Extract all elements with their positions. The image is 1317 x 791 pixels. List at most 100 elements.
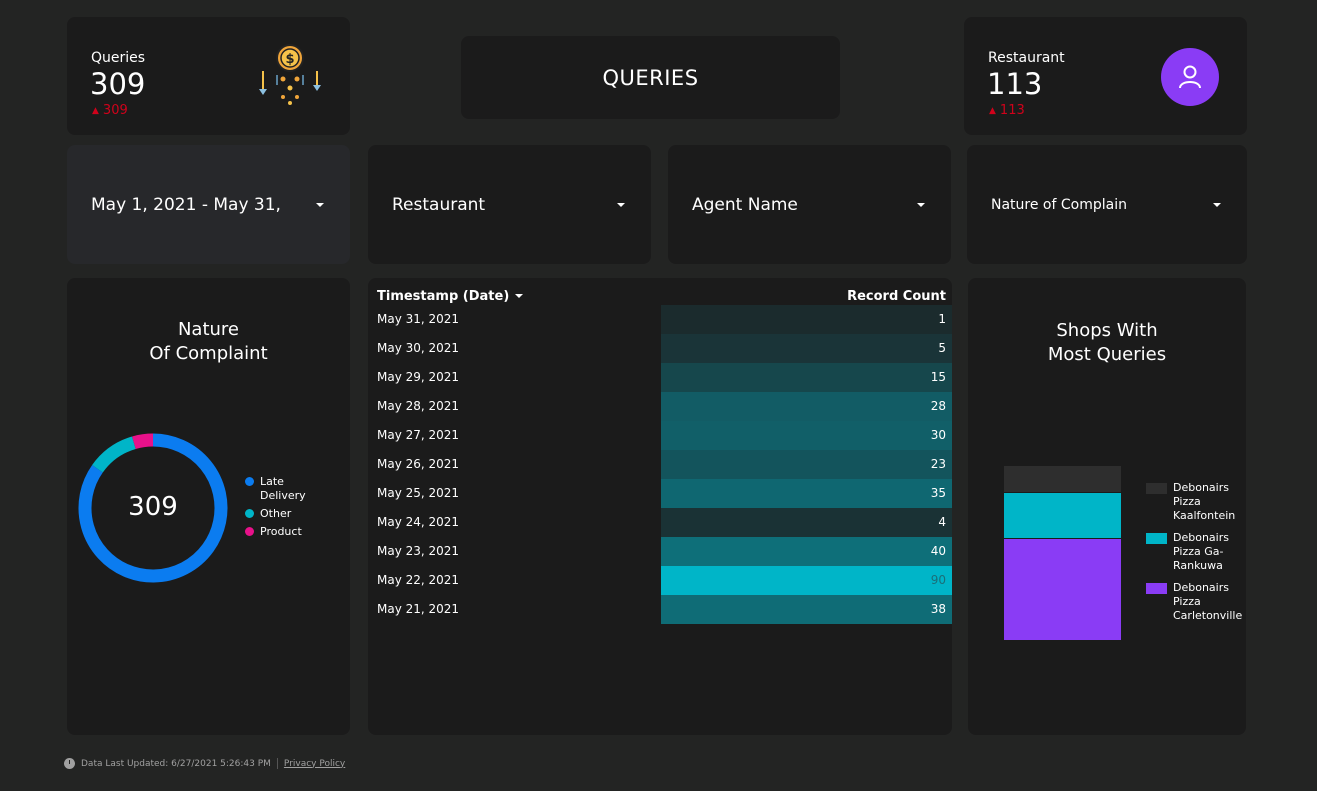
legend-swatch [1146, 533, 1167, 544]
heat-cell [661, 392, 952, 421]
queries-kpi-card: Queries 309 ▲ 309 $ [67, 17, 350, 135]
date-range-filter[interactable]: May 1, 2021 - May 31, [67, 145, 350, 264]
donut-legend: Late Delivery Other Product [245, 475, 315, 543]
legend-item[interactable]: Debonairs Pizza Carletonville [1146, 581, 1243, 623]
table-row: May 26, 2021 23 [368, 450, 952, 479]
table-row: May 31, 2021 1 [368, 305, 952, 334]
shops-card: Shops With Most Queries Debonairs Pizza … [968, 278, 1246, 735]
money-bag-icon: $ [259, 44, 321, 105]
nature-of-complain-filter[interactable]: Nature of Complain [967, 145, 1247, 264]
table-row: May 27, 2021 30 [368, 421, 952, 450]
date-range-filter-label: May 1, 2021 - May 31, [91, 194, 281, 215]
legend-dot [245, 509, 254, 518]
bar-segment-3[interactable] [1004, 539, 1121, 640]
legend-dot [245, 477, 254, 486]
sort-caret-icon [515, 294, 524, 298]
table-cell-count: 28 [930, 399, 946, 413]
timestamp-table-card: Timestamp (Date) Record Count May 31, 20… [368, 278, 952, 735]
table-cell-date: May 24, 2021 [377, 515, 460, 529]
heat-cell [661, 334, 952, 363]
donut-title-line2: Of Complaint [149, 343, 268, 364]
table-row: May 23, 2021 40 [368, 537, 952, 566]
table-cell-count: 90 [930, 573, 946, 587]
table-cell-count: 4 [938, 515, 946, 529]
bar-segment-2[interactable] [1004, 493, 1121, 539]
donut-slice-product[interactable] [132, 433, 154, 450]
table-row: May 29, 2021 15 [368, 363, 952, 392]
restaurant-filter[interactable]: Restaurant [368, 145, 651, 264]
privacy-policy-link[interactable]: Privacy Policy [284, 759, 345, 769]
table-row: May 21, 2021 38 [368, 595, 952, 624]
column-header-count[interactable]: Record Count [847, 289, 946, 304]
restaurant-kpi-value: 113 [987, 67, 1043, 101]
heat-cell [661, 595, 952, 624]
donut-title-line1: Nature [177, 319, 240, 340]
legend-label: Debonairs Pizza Ga-Rankuwa [1173, 531, 1229, 572]
shops-legend: Debonairs Pizza Kaalfontein Debonairs Piz… [1146, 481, 1243, 631]
legend-item[interactable]: Product [245, 525, 315, 539]
avatar [1161, 48, 1219, 106]
table-cell-count: 15 [930, 370, 946, 384]
table-row: May 24, 2021 4 [368, 508, 952, 537]
page-title: QUERIES [602, 65, 699, 90]
chevron-down-icon [316, 203, 324, 207]
donut-title: Nature Of Complaint [67, 318, 350, 366]
up-arrow-icon: ▲ [989, 105, 996, 116]
legend-item[interactable]: Debonairs Pizza Ga-Rankuwa [1146, 531, 1241, 573]
table-cell-date: May 22, 2021 [377, 573, 460, 587]
legend-item[interactable]: Other [245, 507, 315, 521]
nature-of-complain-filter-label: Nature of Complain [991, 196, 1127, 213]
legend-label: Debonairs Pizza Carletonville [1173, 581, 1243, 622]
svg-text:$: $ [285, 52, 294, 67]
clock-icon [64, 758, 75, 769]
legend-label: Product [260, 525, 302, 538]
shops-title: Shops With Most Queries [968, 319, 1246, 367]
column-header-date-label: Timestamp (Date) [377, 288, 510, 304]
queries-kpi-delta: ▲ 309 [92, 103, 128, 118]
table-cell-date: May 21, 2021 [377, 602, 460, 616]
queries-kpi-value: 309 [90, 67, 146, 101]
legend-item[interactable]: Debonairs Pizza Kaalfontein [1146, 481, 1241, 523]
queries-kpi-delta-value: 309 [102, 103, 128, 118]
table-row: May 28, 2021 28 [368, 392, 952, 421]
table-cell-count: 5 [938, 341, 946, 355]
legend-label: Other [260, 507, 292, 520]
nature-of-complaint-card: Nature Of Complaint 309 Late Delivery Oth… [67, 278, 350, 735]
footer: Data Last Updated: 6/27/2021 5:26:43 PM … [64, 758, 345, 769]
agent-name-filter[interactable]: Agent Name [668, 145, 951, 264]
column-header-date[interactable]: Timestamp (Date) [377, 288, 524, 304]
table-cell-count: 30 [930, 428, 946, 442]
queries-kpi-label: Queries [91, 50, 146, 66]
heat-cell [661, 421, 952, 450]
heat-cell [661, 363, 952, 392]
user-icon [1179, 65, 1201, 89]
table-cell-count: 1 [938, 312, 946, 326]
stacked-bar [1004, 466, 1121, 641]
up-arrow-icon: ▲ [92, 105, 99, 116]
table-cell-date: May 25, 2021 [377, 486, 460, 500]
table-cell-count: 35 [930, 486, 946, 500]
legend-swatch [1146, 483, 1167, 494]
table-row: May 30, 2021 5 [368, 334, 952, 363]
agent-name-filter-label: Agent Name [692, 194, 798, 215]
heat-cell [661, 450, 952, 479]
chevron-down-icon [617, 203, 625, 207]
footer-divider [276, 758, 278, 769]
table-cell-count: 38 [930, 602, 946, 616]
bar-segment-1[interactable] [1004, 466, 1121, 493]
heat-cell [661, 566, 952, 595]
table-cell-date: May 31, 2021 [377, 312, 460, 326]
donut-slice-other[interactable] [92, 436, 136, 473]
table-cell-date: May 28, 2021 [377, 399, 460, 413]
restaurant-kpi-delta: ▲ 113 [989, 103, 1025, 118]
chevron-down-icon [1213, 203, 1221, 207]
table-cell-date: May 23, 2021 [377, 544, 460, 558]
heat-cell [661, 537, 952, 566]
heat-cell [661, 508, 952, 537]
page-title-card: QUERIES [461, 36, 840, 119]
legend-item[interactable]: Late Delivery [245, 475, 315, 503]
restaurant-filter-label: Restaurant [392, 194, 486, 215]
data-last-updated: Data Last Updated: 6/27/2021 5:26:43 PM [81, 758, 271, 769]
shops-title-line2: Most Queries [1047, 344, 1167, 365]
legend-swatch [1146, 583, 1167, 594]
